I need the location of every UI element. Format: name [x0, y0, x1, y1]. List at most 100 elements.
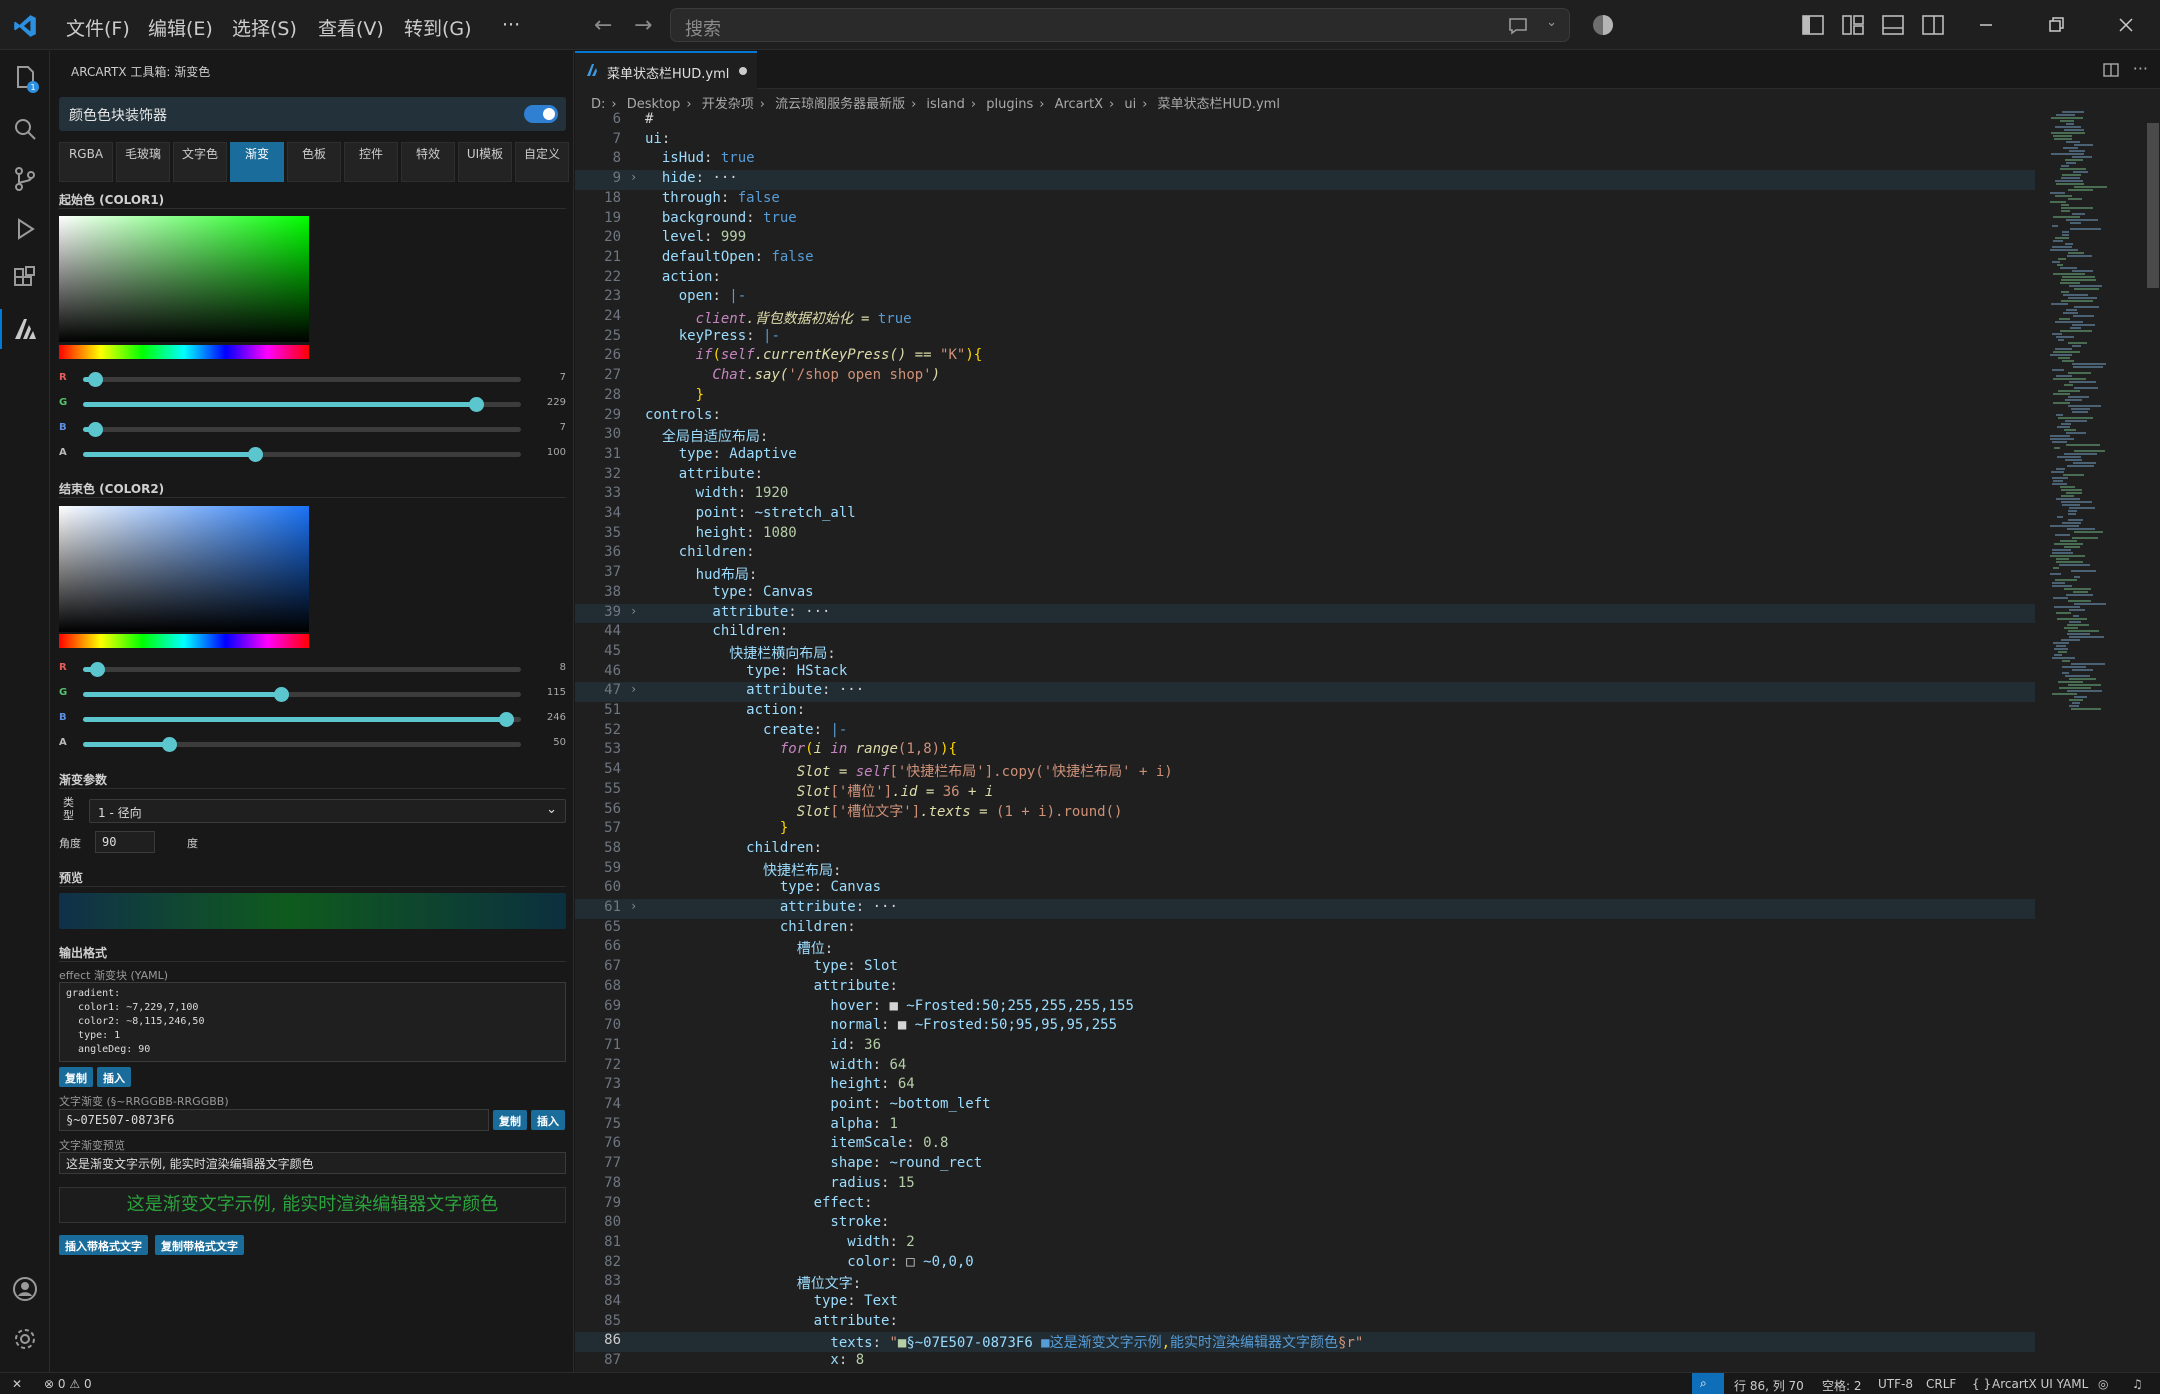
insert-text-gradient-button[interactable]: 插入: [531, 1110, 565, 1130]
tab-text-color[interactable]: 文字色: [173, 142, 227, 182]
code-line[interactable]: 55 Slot['槽位'].id = 36 + i: [575, 781, 2035, 801]
menu-selection[interactable]: 选择(S): [232, 14, 297, 41]
code-line[interactable]: 28 }: [575, 387, 2035, 407]
color2-r-slider[interactable]: R 8: [59, 661, 566, 677]
copy-yaml-button[interactable]: 复制: [59, 1067, 93, 1087]
eol[interactable]: CRLF: [1926, 1377, 1956, 1391]
code-line[interactable]: 87 x: 8: [575, 1352, 2035, 1371]
code-line[interactable]: 57 }: [575, 820, 2035, 840]
breadcrumb-item[interactable]: ArcartX: [1055, 97, 1103, 112]
run-debug-icon[interactable]: [9, 213, 41, 245]
code-line[interactable]: 46 type: HStack: [575, 663, 2035, 683]
code-line[interactable]: 79 effect:: [575, 1195, 2035, 1215]
code-line[interactable]: 68 attribute:: [575, 978, 2035, 998]
menu-go[interactable]: 转到(G): [404, 14, 472, 41]
copilot-icon[interactable]: [1590, 12, 1616, 38]
minimize-icon[interactable]: [1973, 12, 1999, 38]
copy-text-gradient-button[interactable]: 复制: [493, 1110, 527, 1130]
code-line[interactable]: 80 stroke:: [575, 1214, 2035, 1234]
code-line[interactable]: 37 hud布局:: [575, 564, 2035, 584]
code-line[interactable]: 77 shape: ~round_rect: [575, 1155, 2035, 1175]
slider-track[interactable]: [83, 422, 521, 437]
code-line[interactable]: 24 client.背包数据初始化 = true: [575, 308, 2035, 328]
code-line[interactable]: 7 ui:: [575, 131, 2035, 151]
code-line[interactable]: 6 #: [575, 111, 2035, 131]
breadcrumb-item[interactable]: Desktop: [627, 97, 681, 112]
code-line[interactable]: 67 type: Slot: [575, 958, 2035, 978]
toggle-secondary-sidebar-icon[interactable]: [1920, 12, 1946, 38]
code-line[interactable]: 60 type: Canvas: [575, 879, 2035, 899]
slider-track[interactable]: [83, 737, 521, 752]
code-line[interactable]: 51 action:: [575, 702, 2035, 722]
breadcrumb-item[interactable]: 流云琼阁服务器最新版: [775, 97, 905, 112]
code-line[interactable]: 20 level: 999: [575, 229, 2035, 249]
text-preview-input[interactable]: [59, 1152, 566, 1174]
restore-icon[interactable]: [2043, 12, 2069, 38]
code-line[interactable]: 31 type: Adaptive: [575, 446, 2035, 466]
code-line[interactable]: 36 children:: [575, 544, 2035, 564]
editor-scrollbar[interactable]: [2147, 123, 2159, 288]
code-line[interactable]: 18 through: false: [575, 190, 2035, 210]
more-actions-icon[interactable]: ···: [2133, 59, 2148, 78]
slider-track[interactable]: [83, 447, 521, 462]
menu-file[interactable]: 文件(F): [66, 14, 130, 41]
code-line[interactable]: 38 type: Canvas: [575, 584, 2035, 604]
color2-g-slider[interactable]: G 115: [59, 686, 566, 702]
tab-gradient[interactable]: 渐变: [230, 142, 284, 182]
code-line[interactable]: 9 › hide: ···: [575, 170, 2035, 190]
split-editor-icon[interactable]: [2102, 61, 2120, 79]
code-line[interactable]: 66 槽位:: [575, 938, 2035, 958]
cursor-position[interactable]: 行 86, 列 70: [1734, 1377, 1804, 1394]
code-line[interactable]: 39 › attribute: ···: [575, 603, 2035, 624]
breadcrumb-item[interactable]: 开发杂项: [702, 97, 754, 112]
encoding[interactable]: UTF-8: [1878, 1377, 1913, 1391]
code-line[interactable]: 25 keyPress: |-: [575, 328, 2035, 348]
color1-hue-slider[interactable]: [59, 345, 309, 359]
unsaved-dot-icon[interactable]: [739, 67, 747, 75]
back-arrow-icon[interactable]: ←: [594, 13, 612, 38]
code-line[interactable]: 32 attribute:: [575, 466, 2035, 486]
code-line[interactable]: 71 id: 36: [575, 1037, 2035, 1057]
code-line[interactable]: 56 Slot['槽位文字'].texts = (1 + i).round(): [575, 801, 2035, 821]
text-gradient-input[interactable]: [59, 1109, 489, 1131]
code-line[interactable]: 75 alpha: 1: [575, 1116, 2035, 1136]
arcartx-toolbox-icon[interactable]: [9, 313, 41, 345]
code-line[interactable]: 82 color: □ ~0,0,0: [575, 1254, 2035, 1274]
code-line[interactable]: 74 point: ~bottom_left: [575, 1096, 2035, 1116]
tab-rgba[interactable]: RGBA: [59, 142, 113, 182]
code-line[interactable]: 26 if(self.currentKeyPress() == "K"){: [575, 347, 2035, 367]
code-line[interactable]: 27 Chat.say('/shop open shop'): [575, 367, 2035, 387]
code-line[interactable]: 85 attribute:: [575, 1313, 2035, 1333]
chat-dropdown-icon[interactable]: ⌄: [1546, 15, 1557, 30]
menu-edit[interactable]: 编辑(E): [148, 14, 213, 41]
code-line[interactable]: 29 controls:: [575, 407, 2035, 427]
code-line[interactable]: 19 background: true: [575, 210, 2035, 230]
color2-a-slider[interactable]: A 50: [59, 736, 566, 752]
angle-input[interactable]: [95, 831, 155, 853]
color1-g-slider[interactable]: G 229: [59, 396, 566, 412]
code-line[interactable]: 44 children:: [575, 623, 2035, 643]
color1-a-slider[interactable]: A 100: [59, 446, 566, 462]
settings-gear-icon[interactable]: [9, 1323, 41, 1355]
code-line[interactable]: 52 create: |-: [575, 722, 2035, 742]
code-line[interactable]: 45 快捷栏横向布局:: [575, 643, 2035, 663]
color2-saturation-picker[interactable]: [59, 506, 309, 632]
code-line[interactable]: 8 isHud: true: [575, 150, 2035, 170]
remote-icon[interactable]: ✕: [12, 1377, 22, 1391]
code-line[interactable]: 61 › attribute: ···: [575, 899, 2035, 919]
tab-custom[interactable]: 自定义: [515, 142, 569, 182]
yaml-output-textarea[interactable]: gradient: color1: ~7,229,7,100 color2: ~…: [59, 982, 566, 1062]
language-mode[interactable]: ArcartX UI YAML: [1992, 1377, 2088, 1391]
slider-track[interactable]: [83, 712, 521, 727]
code-line[interactable]: 78 radius: 15: [575, 1175, 2035, 1195]
code-line[interactable]: 53 for(i in range(1,8)){: [575, 741, 2035, 761]
code-line[interactable]: 83 槽位文字:: [575, 1273, 2035, 1293]
fold-chevron-icon[interactable]: ›: [630, 899, 637, 913]
code-line[interactable]: 35 height: 1080: [575, 525, 2035, 545]
close-icon[interactable]: [2113, 12, 2139, 38]
color2-hue-slider[interactable]: [59, 634, 309, 648]
code-line[interactable]: 47 › attribute: ···: [575, 682, 2035, 702]
minimap[interactable]: [2035, 111, 2145, 1371]
code-line[interactable]: 86 texts: "■§~07E507-0873F6 ■这是渐变文字示例,能实…: [575, 1332, 2035, 1353]
chat-icon[interactable]: [1507, 16, 1529, 36]
